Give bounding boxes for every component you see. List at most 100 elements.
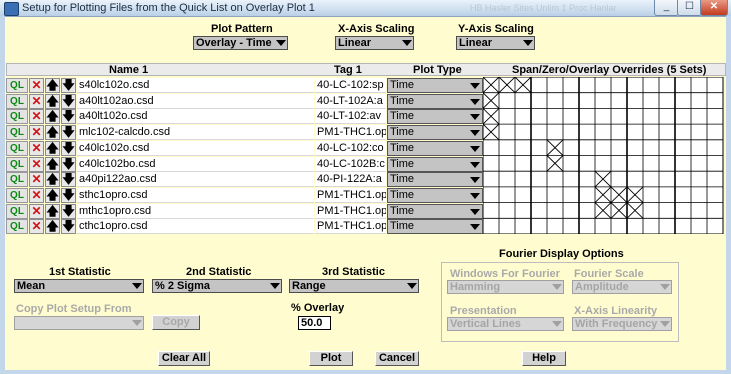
- arrow-down-icon[interactable]: 🡇: [61, 172, 76, 188]
- plot-pattern-select[interactable]: Overlay - Time: [193, 36, 288, 50]
- quick-list-button[interactable]: QL: [6, 156, 28, 172]
- fourier-windows-select[interactable]: Hamming: [447, 280, 564, 294]
- plot-type-select[interactable]: Time: [387, 109, 483, 125]
- arrow-down-icon[interactable]: 🡇: [61, 109, 76, 125]
- arrow-down-icon[interactable]: 🡇: [61, 156, 76, 172]
- chevron-down-icon: [132, 320, 142, 326]
- remove-icon[interactable]: ✕: [29, 93, 44, 109]
- remove-icon[interactable]: ✕: [29, 109, 44, 125]
- quick-list-button[interactable]: QL: [6, 125, 28, 141]
- arrow-down-icon[interactable]: 🡇: [61, 140, 76, 156]
- third-statistic-select[interactable]: Range: [289, 279, 419, 293]
- tag-cell[interactable]: 40-LT-102A:a: [315, 93, 386, 109]
- plot-type-select[interactable]: Time: [387, 187, 483, 203]
- quick-list-button[interactable]: QL: [6, 172, 28, 188]
- quick-list-button[interactable]: QL: [6, 219, 28, 235]
- plot-type-select[interactable]: Time: [387, 125, 483, 141]
- first-statistic-select[interactable]: Mean: [14, 279, 144, 293]
- plot-type-select[interactable]: Time: [387, 156, 483, 172]
- x-axis-scaling-select[interactable]: Linear: [335, 36, 414, 50]
- chevron-down-icon: [402, 40, 412, 46]
- arrow-down-icon[interactable]: 🡇: [61, 125, 76, 141]
- remove-icon[interactable]: ✕: [29, 78, 44, 93]
- file-name-cell[interactable]: sthc1opro.csd: [77, 187, 314, 203]
- copy-plot-setup-label: Copy Plot Setup From: [16, 303, 132, 315]
- file-name-cell[interactable]: s40lc102o.csd: [77, 78, 314, 93]
- arrow-up-icon[interactable]: 🡅: [45, 140, 60, 156]
- chevron-down-icon: [552, 284, 562, 290]
- plot-type-select[interactable]: Time: [387, 219, 483, 235]
- presentation-value: Vertical Lines: [450, 318, 521, 330]
- remove-icon[interactable]: ✕: [29, 156, 44, 172]
- file-name-cell[interactable]: mlc102-calcdo.csd: [77, 125, 314, 141]
- remove-icon[interactable]: ✕: [29, 140, 44, 156]
- plot-type-select[interactable]: Time: [387, 203, 483, 219]
- remove-icon[interactable]: ✕: [29, 172, 44, 188]
- cancel-button[interactable]: Cancel: [375, 351, 419, 366]
- tag-cell[interactable]: 40-PI-122A:a: [315, 172, 386, 188]
- x-axis-linearity-select[interactable]: With Frequency: [572, 317, 672, 331]
- quick-list-button[interactable]: QL: [6, 140, 28, 156]
- file-name-cell[interactable]: c40lc102bo.csd: [77, 156, 314, 172]
- tag-cell[interactable]: 40-LC-102:co: [315, 140, 386, 156]
- plot-type-select[interactable]: Time: [387, 140, 483, 156]
- arrow-up-icon[interactable]: 🡅: [45, 187, 60, 203]
- tag-cell[interactable]: PM1-THC1.opr: [315, 187, 386, 203]
- plot-type-select[interactable]: Time: [387, 93, 483, 109]
- window-frame-bottom: [0, 370, 731, 374]
- copy-plot-setup-select[interactable]: [14, 316, 144, 330]
- y-axis-scaling-select[interactable]: Linear: [456, 36, 535, 50]
- file-name-cell[interactable]: a40pi122ao.csd: [77, 172, 314, 188]
- quick-list-button[interactable]: QL: [6, 187, 28, 203]
- arrow-up-icon[interactable]: 🡅: [45, 125, 60, 141]
- file-name-cell[interactable]: c40lc102o.csd: [77, 140, 314, 156]
- arrow-up-icon[interactable]: 🡅: [45, 203, 60, 219]
- arrow-up-icon[interactable]: 🡅: [45, 156, 60, 172]
- file-name-cell[interactable]: a40lt102ao.csd: [77, 93, 314, 109]
- maximize-icon[interactable]: ☐: [677, 0, 702, 16]
- background-window-text: HB Hasler Sites Unlim 1 Proc Hanlar: [470, 3, 617, 13]
- clear-all-button[interactable]: Clear All: [158, 351, 210, 366]
- quick-list-button[interactable]: QL: [6, 93, 28, 109]
- overlay-percent-input[interactable]: 50.0: [298, 316, 331, 330]
- chevron-down-icon: [270, 283, 280, 289]
- file-name-cell[interactable]: a40lt102o.csd: [77, 109, 314, 125]
- arrow-up-icon[interactable]: 🡅: [45, 219, 60, 235]
- overrides-grid[interactable]: [483, 77, 726, 234]
- quick-list-button[interactable]: QL: [6, 203, 28, 219]
- arrow-up-icon[interactable]: 🡅: [45, 93, 60, 109]
- remove-icon[interactable]: ✕: [29, 187, 44, 203]
- file-name-cell[interactable]: cthc1opro.csd: [77, 219, 314, 235]
- second-statistic-select[interactable]: % 2 Sigma: [152, 279, 282, 293]
- minimize-icon[interactable]: _: [654, 0, 679, 16]
- arrow-up-icon[interactable]: 🡅: [45, 172, 60, 188]
- remove-icon[interactable]: ✕: [29, 125, 44, 141]
- remove-icon[interactable]: ✕: [29, 203, 44, 219]
- tag-cell[interactable]: PM1-THC1.opr: [315, 203, 386, 219]
- arrow-down-icon[interactable]: 🡇: [61, 203, 76, 219]
- tag-cell[interactable]: 40-LC-102:sp: [315, 78, 386, 93]
- plot-button[interactable]: Plot: [309, 351, 353, 366]
- copy-button[interactable]: Copy: [152, 315, 200, 330]
- plot-type-select[interactable]: Time: [387, 172, 483, 188]
- arrow-down-icon[interactable]: 🡇: [61, 219, 76, 235]
- arrow-down-icon[interactable]: 🡇: [61, 93, 76, 109]
- plot-type-value: Time: [390, 157, 415, 170]
- arrow-up-icon[interactable]: 🡅: [45, 78, 60, 93]
- tag-cell[interactable]: 40-LT-102:av: [315, 109, 386, 125]
- close-icon[interactable]: ✕: [700, 0, 728, 16]
- fourier-scale-select[interactable]: Amplitude: [572, 280, 672, 294]
- presentation-select[interactable]: Vertical Lines: [447, 317, 564, 331]
- arrow-up-icon[interactable]: 🡅: [45, 109, 60, 125]
- remove-icon[interactable]: ✕: [29, 219, 44, 235]
- plot-type-select[interactable]: Time: [387, 78, 483, 93]
- quick-list-button[interactable]: QL: [6, 109, 28, 125]
- arrow-down-icon[interactable]: 🡇: [61, 78, 76, 93]
- arrow-down-icon[interactable]: 🡇: [61, 187, 76, 203]
- tag-cell[interactable]: 40-LC-102B:c: [315, 156, 386, 172]
- file-name-cell[interactable]: mthc1opro.csd: [77, 203, 314, 219]
- help-button[interactable]: Help: [522, 351, 566, 366]
- tag-cell[interactable]: PM1-THC1.opr: [315, 219, 386, 235]
- quick-list-button[interactable]: QL: [6, 78, 28, 93]
- tag-cell[interactable]: PM1-THC1.opr: [315, 125, 386, 141]
